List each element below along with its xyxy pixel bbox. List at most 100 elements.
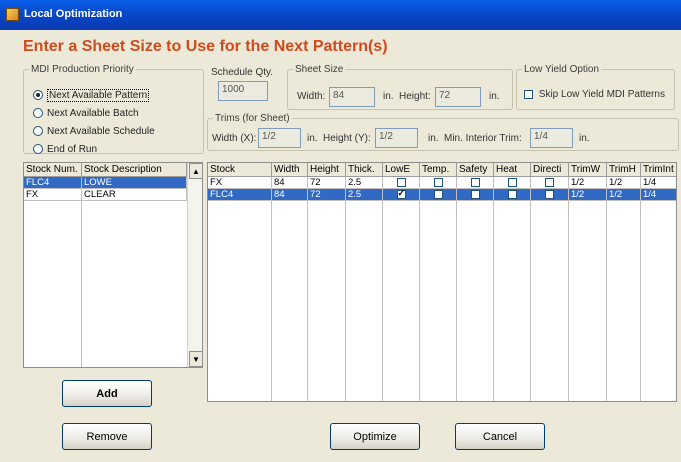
radio-label: Next Available Pattern [47, 88, 150, 102]
optimize-button[interactable]: Optimize [330, 423, 420, 450]
grid-cell-safety[interactable] [457, 177, 494, 189]
sheet-height-input[interactable]: 72 [435, 87, 481, 107]
checkbox[interactable] [433, 189, 443, 199]
min-interior-trim-unit: in. [579, 133, 590, 144]
sheet-width-input[interactable]: 84 [329, 87, 375, 107]
grid-cell-trimh[interactable]: 1/2 [607, 189, 641, 201]
grid-cell-trimint[interactable]: 1/4 [641, 177, 676, 189]
col-header-trimint[interactable]: TrimInt [641, 163, 676, 177]
radio-next-pattern[interactable]: Next Available Pattern [33, 88, 150, 102]
grid-line [81, 201, 82, 367]
cancel-button[interactable]: Cancel [455, 423, 545, 450]
page-heading: Enter a Sheet Size to Use for the Next P… [23, 38, 388, 55]
grid-cell-thick[interactable]: 2.5 [346, 177, 383, 189]
vertical-scrollbar[interactable]: ▲ ▼ [187, 163, 202, 367]
grid-cell-trimw[interactable]: 1/2 [569, 189, 607, 201]
grid-line [640, 201, 641, 401]
min-interior-trim-label: Min. Interior Trim: [444, 133, 522, 144]
radio-button[interactable] [33, 126, 43, 136]
grid-cell-thick[interactable]: 2.5 [346, 189, 383, 201]
checkbox[interactable] [545, 189, 554, 199]
col-header-temp[interactable]: Temp. [420, 163, 457, 177]
list-item[interactable]: FLC4 [24, 177, 82, 189]
sheet-width-unit: in. [383, 91, 394, 102]
checkbox[interactable] [470, 189, 480, 199]
checkbox[interactable] [545, 177, 554, 187]
grid-line [419, 201, 420, 401]
radio-button[interactable] [33, 90, 43, 100]
col-header-safety[interactable]: Safety [457, 163, 494, 177]
grid-line [493, 201, 494, 401]
grid-cell-heat[interactable] [494, 189, 531, 201]
radio-button[interactable] [33, 108, 43, 118]
arrow-down-icon[interactable]: ▼ [189, 351, 202, 367]
radio-end-of-run[interactable]: End of Run [33, 142, 97, 156]
checkbox[interactable] [524, 89, 533, 99]
col-header-width[interactable]: Width [272, 163, 308, 177]
trim-width-input[interactable]: 1/2 [258, 128, 301, 148]
col-header-stock-num[interactable]: Stock Num. [24, 163, 82, 177]
checkbox[interactable] [507, 177, 517, 187]
priority-legend: MDI Production Priority [31, 64, 134, 75]
col-header-height[interactable]: Height [308, 163, 346, 177]
grid-cell-width[interactable]: 84 [272, 177, 308, 189]
low-yield-legend: Low Yield Option [524, 64, 600, 75]
schedule-qty-label: Schedule Qty. [211, 67, 274, 78]
grid-cell-stock[interactable]: FX [208, 177, 272, 189]
grid-cell-trimh[interactable]: 1/2 [607, 177, 641, 189]
grid-cell-direction[interactable] [531, 177, 569, 189]
radio-button[interactable] [33, 144, 43, 154]
app-window-icon [6, 8, 19, 21]
grid-cell-temp[interactable] [420, 189, 457, 201]
grid-cell-lowe[interactable] [383, 189, 420, 201]
arrow-up-icon[interactable]: ▲ [189, 163, 202, 179]
trim-width-label: Width (X): [212, 133, 257, 144]
min-interior-trim-input[interactable]: 1/4 [530, 128, 573, 148]
radio-next-batch[interactable]: Next Available Batch [33, 106, 139, 120]
col-header-direction[interactable]: Directi [531, 163, 569, 177]
grid-cell-height[interactable]: 72 [308, 189, 346, 201]
sheet-size-legend: Sheet Size [295, 64, 344, 75]
title-bar[interactable]: Local Optimization [0, 0, 681, 30]
optimize-button-label: Optimize [353, 430, 397, 443]
col-header-lowe[interactable]: LowE [383, 163, 420, 177]
grid-cell-height[interactable]: 72 [308, 177, 346, 189]
grid-line [307, 201, 308, 401]
trim-height-input[interactable]: 1/2 [375, 128, 418, 148]
schedule-qty-input[interactable]: 1000 [218, 81, 268, 101]
grid-cell-temp[interactable] [420, 177, 457, 189]
radio-label: Next Available Schedule [47, 125, 155, 137]
remove-button[interactable]: Remove [62, 423, 152, 450]
checkbox[interactable] [470, 177, 480, 187]
stock-list[interactable]: Stock Num. Stock Description FLC4 LOWE F… [23, 162, 203, 368]
grid-cell-width[interactable]: 84 [272, 189, 308, 201]
grid-cell-direction[interactable] [531, 189, 569, 201]
radio-next-schedule[interactable]: Next Available Schedule [33, 124, 155, 138]
grid-cell-heat[interactable] [494, 177, 531, 189]
list-item[interactable]: FX [24, 189, 82, 201]
grid-cell-stock[interactable]: FLC4 [208, 189, 272, 201]
grid-line [456, 201, 457, 401]
checkbox[interactable] [396, 189, 406, 199]
col-header-thick[interactable]: Thick. [346, 163, 383, 177]
checkbox[interactable] [433, 177, 443, 187]
grid-cell-trimw[interactable]: 1/2 [569, 177, 607, 189]
stock-grid[interactable]: Stock Width Height Thick. LowE Temp. Saf… [207, 162, 677, 402]
col-header-trimh[interactable]: TrimH [607, 163, 641, 177]
trims-legend: Trims (for Sheet) [215, 113, 290, 124]
col-header-stock[interactable]: Stock [208, 163, 272, 177]
checkbox[interactable] [507, 189, 517, 199]
grid-cell-trimint[interactable]: 1/4 [641, 189, 676, 201]
trim-height-label: Height (Y): [323, 133, 371, 144]
list-item[interactable]: CLEAR [82, 189, 187, 201]
add-button[interactable]: Add [62, 380, 152, 407]
grid-cell-safety[interactable] [457, 189, 494, 201]
low-yield-checkbox[interactable]: Skip Low Yield MDI Patterns [524, 89, 665, 100]
col-header-stock-desc[interactable]: Stock Description [82, 163, 187, 177]
col-header-heat[interactable]: Heat [494, 163, 531, 177]
grid-cell-lowe[interactable] [383, 177, 420, 189]
checkbox[interactable] [396, 177, 406, 187]
col-header-trimw[interactable]: TrimW [569, 163, 607, 177]
window-title: Local Optimization [24, 8, 123, 20]
list-item[interactable]: LOWE [82, 177, 187, 189]
